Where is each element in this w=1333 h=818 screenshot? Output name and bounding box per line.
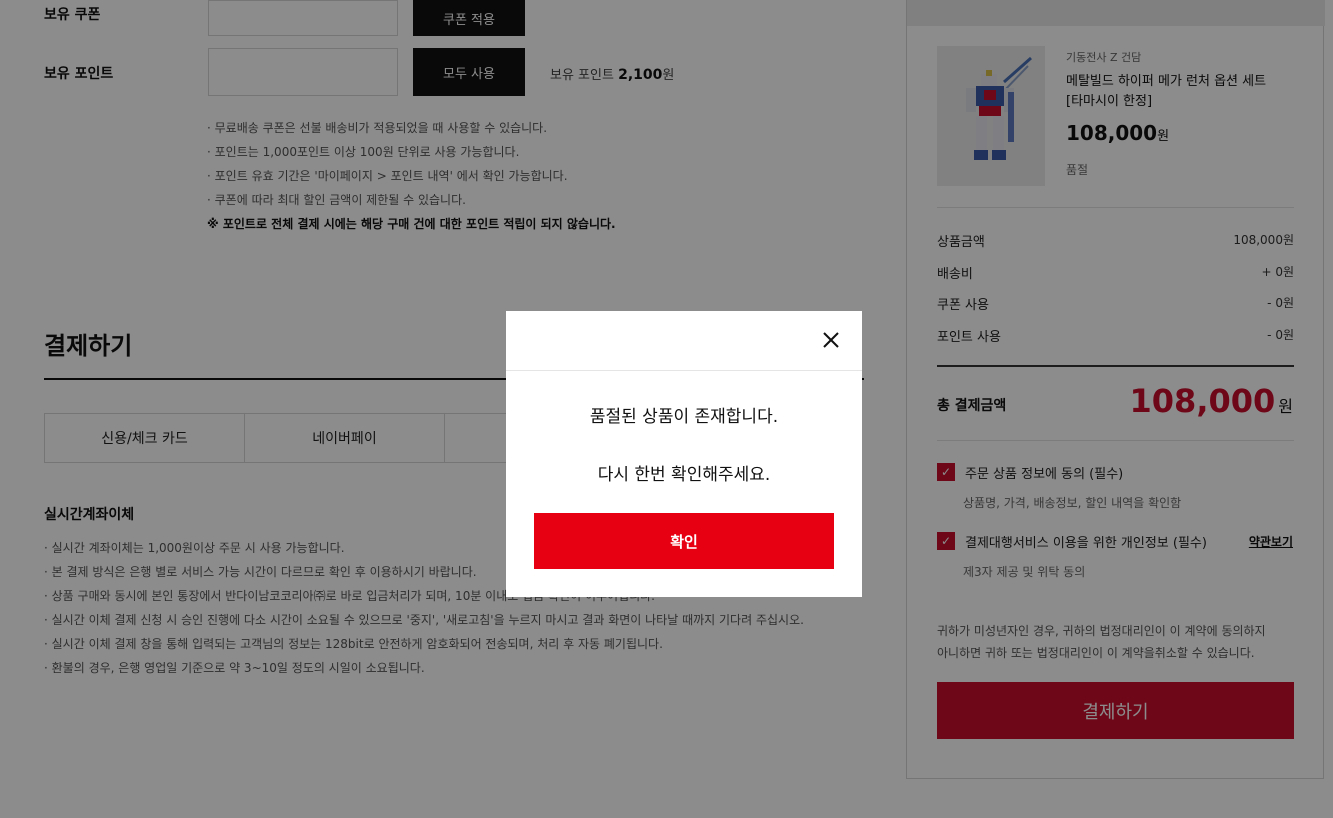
confirm-button[interactable]: 확인 — [534, 513, 834, 569]
modal-message: 다시 한번 확인해주세요. — [597, 465, 771, 485]
modal-divider — [506, 370, 862, 371]
sold-out-modal: 품절된 상품이 존재합니다. 다시 한번 확인해주세요. 확인 — [506, 311, 862, 597]
close-icon[interactable] — [820, 329, 842, 351]
modal-message: 품절된 상품이 존재합니다. — [589, 407, 779, 427]
close-icon-glyph — [823, 332, 839, 348]
